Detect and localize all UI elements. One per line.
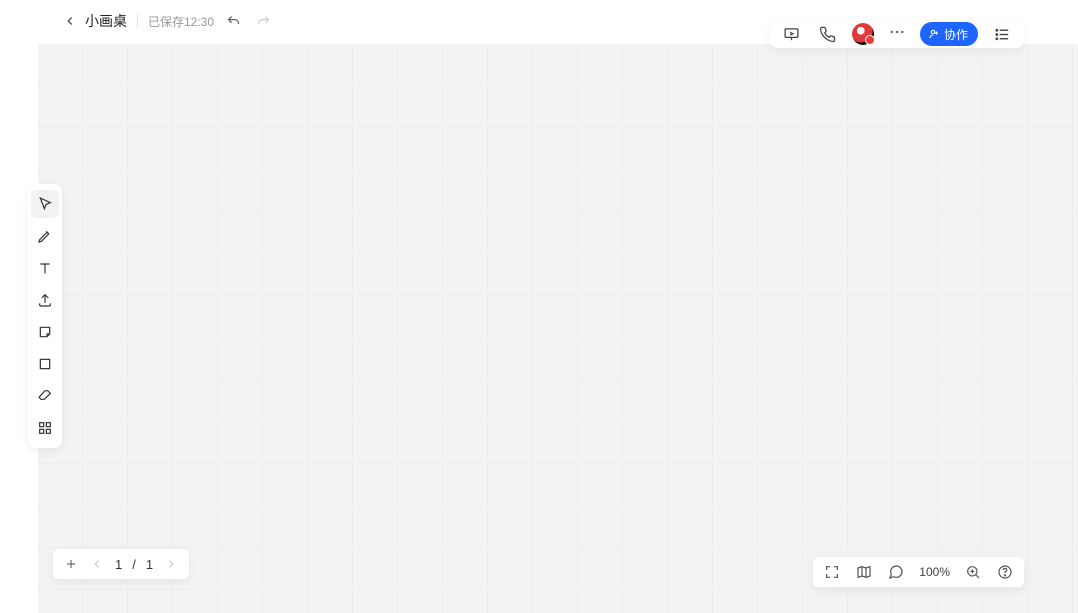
tool-apps[interactable] (31, 414, 59, 442)
eraser-icon (37, 388, 53, 404)
more-button[interactable] (886, 23, 908, 46)
zoom-level[interactable]: 100% (919, 565, 950, 579)
help-icon (997, 564, 1013, 580)
chevron-left-icon (63, 14, 77, 28)
tool-pen[interactable] (31, 222, 59, 250)
comment-icon (888, 564, 904, 580)
save-status: 已保存12:30 (148, 13, 214, 30)
undo-button[interactable] (222, 10, 244, 32)
page-current: 1 (113, 557, 124, 572)
tool-upload[interactable] (31, 286, 59, 314)
present-icon (783, 26, 800, 43)
tool-shape[interactable] (31, 350, 59, 378)
upload-icon (37, 292, 53, 308)
tool-palette (28, 184, 62, 448)
text-icon (37, 260, 53, 276)
prev-page-button[interactable] (87, 554, 107, 574)
redo-icon (256, 14, 271, 29)
sticky-icon (37, 324, 53, 340)
outline-button[interactable] (990, 22, 1014, 46)
pen-icon (37, 228, 53, 244)
collaborate-button[interactable]: 协作 (920, 22, 978, 46)
chevron-left-icon (90, 557, 104, 571)
phone-icon (819, 26, 836, 43)
header-bar: 小画桌 已保存12:30 (53, 6, 284, 36)
ellipsis-icon (888, 23, 906, 41)
page-separator: / (130, 557, 138, 572)
plus-icon (64, 557, 78, 571)
tool-cursor[interactable] (31, 190, 59, 218)
minimap-button[interactable] (855, 563, 873, 581)
canvas-area[interactable] (38, 44, 1078, 613)
collaborate-label: 协作 (944, 26, 968, 43)
tool-eraser[interactable] (31, 382, 59, 410)
call-button[interactable] (816, 22, 840, 46)
help-button[interactable] (996, 563, 1014, 581)
topright-toolbar: 协作 (770, 20, 1024, 48)
undo-icon (226, 14, 241, 29)
present-button[interactable] (780, 22, 804, 46)
fullscreen-button[interactable] (823, 563, 841, 581)
tool-sticky[interactable] (31, 318, 59, 346)
map-icon (856, 564, 872, 580)
fullscreen-icon (824, 564, 840, 580)
page-total: 1 (144, 557, 155, 572)
cursor-icon (37, 196, 53, 212)
user-avatar[interactable] (852, 23, 874, 45)
list-icon (994, 26, 1011, 43)
comment-button[interactable] (887, 563, 905, 581)
apps-icon (37, 420, 53, 436)
back-button[interactable] (63, 14, 77, 28)
next-page-button[interactable] (161, 554, 181, 574)
header-divider (137, 14, 138, 28)
zoom-in-icon (965, 564, 981, 580)
zoom-in-button[interactable] (964, 563, 982, 581)
page-navigator: 1 / 1 (53, 549, 189, 579)
document-title[interactable]: 小画桌 (85, 11, 127, 31)
tool-text[interactable] (31, 254, 59, 282)
user-plus-icon (928, 28, 940, 40)
redo-button[interactable] (252, 10, 274, 32)
bottomright-toolbar: 100% (813, 557, 1024, 587)
shape-icon (37, 356, 53, 372)
chevron-right-icon (164, 557, 178, 571)
add-page-button[interactable] (61, 554, 81, 574)
